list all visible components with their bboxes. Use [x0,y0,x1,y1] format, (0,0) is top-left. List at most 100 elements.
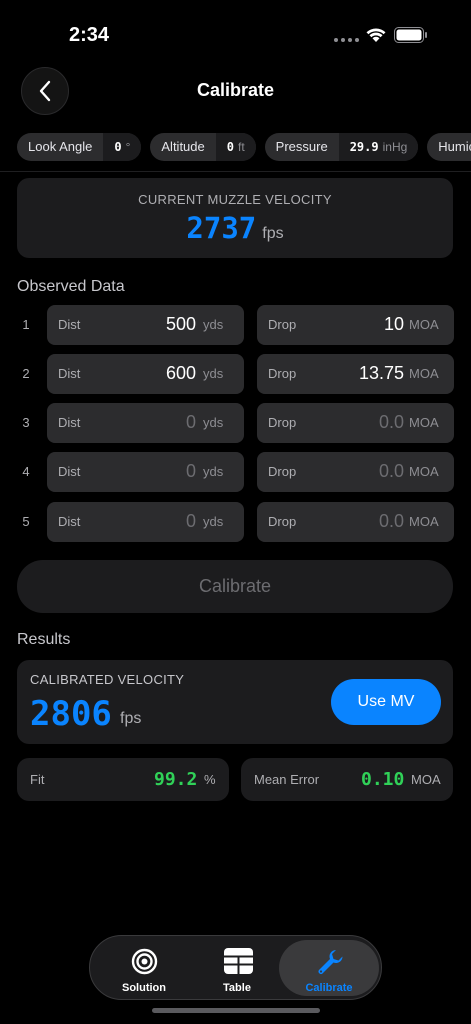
chip-value: 29.9 [349,140,379,154]
observed-row: 4 Dist 0 yds Drop 0.0 MOA [17,452,454,492]
observed-row: 1 Dist 500 yds Drop 10 MOA [17,305,454,345]
battery-icon [394,27,427,43]
tab-table[interactable]: Table [187,940,287,996]
chip-label: Look Angle [28,139,93,154]
distance-field[interactable]: Dist 500 yds [47,305,244,345]
chip-unit: inHg [382,140,408,154]
calibrated-velocity-card: CALIBRATED VELOCITY 2806 fps Use MV [17,660,453,744]
fit-unit: % [204,772,216,787]
mean-error-label: Mean Error [254,772,320,787]
chip-value: 0 [226,140,234,154]
calibrated-velocity-caption: CALIBRATED VELOCITY [30,672,185,687]
field-unit: yds [203,514,224,529]
fit-card: Fit 99.2 % [17,758,229,801]
muzzle-velocity-value: 2737 [186,211,257,245]
divider [0,171,471,172]
field-label: Drop [268,317,297,332]
chip-value: 0 [114,140,122,154]
row-index: 4 [22,464,30,479]
distance-value[interactable]: 500 [166,314,196,335]
field-unit: yds [203,366,224,381]
current-muzzle-velocity-card: CURRENT MUZZLE VELOCITY 2737 fps [17,178,453,258]
row-index: 3 [22,415,30,430]
muzzle-velocity-unit: fps [262,225,284,242]
distance-field[interactable]: Dist 600 yds [47,354,244,394]
chip-label: Humic [438,139,471,154]
calibrated-velocity-unit: fps [120,710,142,727]
distance-field[interactable]: Dist 0 yds [47,452,244,492]
chip-altitude[interactable]: Altitude 0 ft [150,133,256,161]
status-time: 2:34 [69,24,110,46]
row-index: 2 [22,366,30,381]
field-unit: MOA [409,514,439,529]
mean-error-unit: MOA [411,772,441,787]
distance-field[interactable]: Dist 0 yds [47,403,244,443]
wrench-icon [318,950,343,974]
field-label: Drop [268,464,297,479]
field-label: Drop [268,415,297,430]
observed-row: 5 Dist 0 yds Drop 0.0 MOA [17,502,454,542]
field-label: Drop [268,366,297,381]
fit-label: Fit [30,772,45,787]
distance-value[interactable]: 0 [186,461,196,482]
tab-label: Calibrate [305,982,353,994]
mean-error-value: 0.10 [361,769,405,790]
tab-label: Table [223,982,251,994]
drop-value[interactable]: 0.0 [379,511,404,532]
drop-field[interactable]: Drop 13.75 MOA [257,354,454,394]
field-label: Dist [58,366,81,381]
drop-field[interactable]: Drop 10 MOA [257,305,454,345]
row-index: 1 [22,317,30,332]
muzzle-velocity-caption: CURRENT MUZZLE VELOCITY [138,192,332,207]
observed-data-heading: Observed Data [17,278,125,295]
field-unit: yds [203,464,224,479]
results-heading: Results [17,631,71,648]
chip-label: Pressure [275,139,328,154]
page-title: Calibrate [196,80,275,100]
distance-value[interactable]: 600 [166,363,196,384]
drop-value[interactable]: 0.0 [379,412,404,433]
use-mv-button[interactable]: Use MV [331,679,441,725]
chip-unit: ft [238,140,245,154]
field-label: Dist [58,415,81,430]
tab-calibrate[interactable]: Calibrate [279,940,379,996]
drop-field[interactable]: Drop 0.0 MOA [257,403,454,443]
field-label: Dist [58,514,81,529]
observed-row: 3 Dist 0 yds Drop 0.0 MOA [17,403,454,443]
chip-label: Altitude [161,139,205,154]
home-indicator [152,1008,320,1013]
tab-label: Solution [122,982,166,994]
field-unit: MOA [409,317,439,332]
drop-value[interactable]: 10 [384,314,404,335]
field-label: Drop [268,514,297,529]
distance-field[interactable]: Dist 0 yds [47,502,244,542]
drop-value[interactable]: 0.0 [379,461,404,482]
field-label: Dist [58,317,81,332]
drop-field[interactable]: Drop 0.0 MOA [257,502,454,542]
field-unit: yds [203,317,224,332]
drop-field[interactable]: Drop 0.0 MOA [257,452,454,492]
wifi-icon [366,28,386,42]
drop-value[interactable]: 13.75 [359,363,404,384]
mean-error-card: Mean Error 0.10 MOA [241,758,453,801]
status-bar: 2:34 [0,0,471,60]
tab-solution[interactable]: Solution [94,940,194,996]
target-icon [131,948,158,975]
distance-value[interactable]: 0 [186,511,196,532]
row-index: 5 [22,514,30,529]
conditions-bar[interactable]: Look Angle 0 ° Altitude 0 ft Pressure 29.9… [17,133,471,161]
calibrate-button[interactable]: Calibrate [17,560,453,613]
observed-row: 2 Dist 600 yds Drop 13.75 MOA [17,354,454,394]
field-label: Dist [58,464,81,479]
distance-value[interactable]: 0 [186,412,196,433]
field-unit: MOA [409,464,439,479]
tab-bar: Solution Table Calibrate [89,935,382,1000]
calibrated-velocity-value: 2806 [30,694,112,734]
chip-pressure[interactable]: Pressure 29.9 inHg [264,133,419,161]
signal-dots-icon [334,38,359,42]
chip-unit: ° [125,140,131,154]
chip-humidity[interactable]: Humic [427,133,471,161]
fit-value: 99.2 [154,769,198,790]
chip-look-angle[interactable]: Look Angle 0 ° [17,133,142,161]
field-unit: yds [203,415,224,430]
